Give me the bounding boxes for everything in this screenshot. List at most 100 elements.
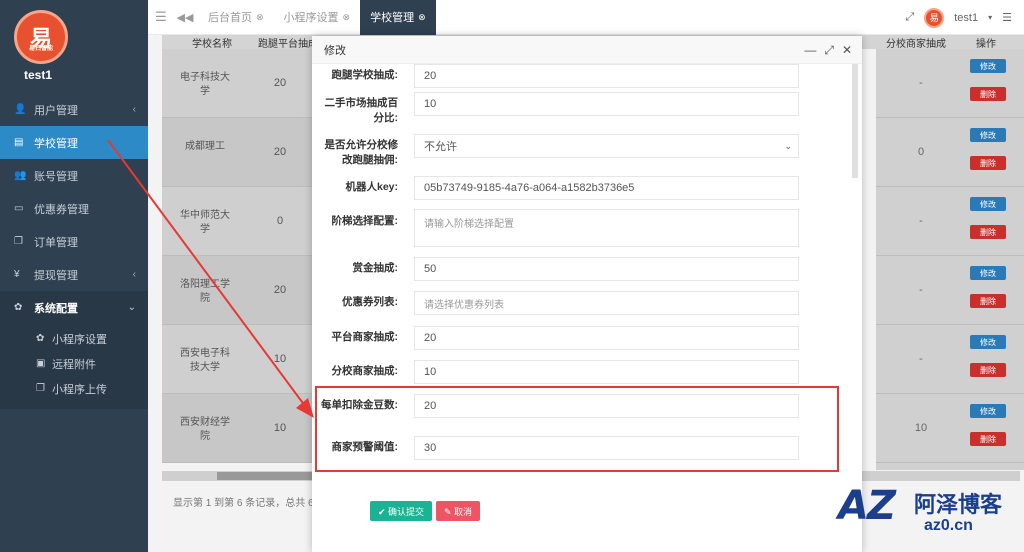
user-menu[interactable]: test1 [954,12,978,24]
form-row: 赏金抽成: 50 [312,257,858,281]
submenu-item-label: 小程序设置 [52,333,107,346]
profile-name[interactable]: test1 [24,68,52,82]
tab-1[interactable]: 小程序设置 ⊗ [274,0,361,35]
sidebar-item-label: 系统配置 [34,302,78,315]
sidebar-item-label: 提现管理 [34,269,78,282]
branch-rate: 10 [914,422,928,434]
close-icon[interactable]: ✕ [842,43,852,57]
delete-button[interactable]: 删除 [970,363,1006,377]
field-input[interactable]: 20 [414,326,799,350]
submenu-item-label: 小程序上传 [52,383,107,396]
sidebar-item-4[interactable]: ❐ 订单管理 [0,225,148,258]
form-row: 二手市场抽成百分比: 10 [312,92,858,124]
form-row: 阶梯选择配置: 请输入阶梯选择配置 [312,209,858,247]
sidebar-item-1[interactable]: ▤ 学校管理 [0,126,148,159]
sidebar-item-label: 订单管理 [34,236,78,249]
tab-back-icon[interactable]: ◀◀ [172,11,198,24]
sidebar-item-5[interactable]: ¥ 提现管理 ‹ [0,258,148,291]
edit-button[interactable]: 修改 [970,266,1006,280]
form-row: 平台商家抽成: 20 [312,326,858,350]
col-branch-rate: 分校商家抽成 [886,39,946,50]
field-input[interactable]: 50 [414,257,799,281]
field-input[interactable]: 20 [414,64,799,88]
school-name: 西安电子科技大学 [180,348,230,373]
school-name: 成都理工 [185,141,225,152]
branch-rate: - [919,215,923,227]
field-label: 分校商家抽成: [331,365,399,377]
sidebar-item-0[interactable]: 👤 用户管理 ‹ [0,93,148,126]
table-row-actions: - 修改 删除 [876,325,1024,394]
sidebar-item-label: 账号管理 [34,170,78,183]
col-actions: 操作 [976,39,996,50]
platform-rate: 10 [273,422,287,434]
field-label: 平台商家抽成: [331,331,399,343]
school-name: 华中师范大学 [180,210,230,235]
school-name: 电子科技大学 [180,72,230,97]
edit-button[interactable]: 修改 [970,59,1006,73]
edit-button[interactable]: 修改 [970,335,1006,349]
topbar: ☰ ◀◀ 后台首页 ⊗ 小程序设置 ⊗ 学校管理 ⊗ ⤢ 易 test1 ▾ ☰ [148,0,1024,35]
table-row: 成都理工 20 [162,118,312,187]
image-icon: ▣ [36,358,46,369]
table-right-columns: 分校商家抽成 操作 - 修改 删除 0 修改 删除 - 修改 删除 - 修改 删除 - 修改 删除 10 修改删… [876,35,1024,470]
coupon-icon: ▭ [14,203,24,214]
avatar[interactable]: 易 [924,7,945,28]
field-input[interactable]: 请选择优惠券列表 [414,291,799,315]
table-row-actions: - 修改删除 [876,187,1024,256]
copy-icon: ❐ [36,383,45,394]
field-label: 跑腿学校抽成: [331,69,399,81]
book-icon: ▤ [14,137,24,148]
chevron-icon: ‹ [132,104,136,115]
caret-down-icon[interactable]: ▾ [988,13,992,22]
tab-0[interactable]: 后台首页 ⊗ [198,0,274,35]
sidebar-item-3[interactable]: ▭ 优惠券管理 [0,192,148,225]
edit-button[interactable]: 修改 [970,128,1006,142]
delete-button[interactable]: 删除 [970,87,1006,101]
highlight-box [315,386,839,472]
modal-scrollbar[interactable] [852,64,858,178]
sidebar-item-label: 优惠券管理 [34,203,89,216]
form-row: 是否允许分校修改跑腿抽佣: 不允许 ⌄ [312,134,858,166]
submenu-item-0[interactable]: ✿ 小程序设置 [0,326,148,351]
pagination-info: 显示第 1 到第 6 条记录，总共 6 [173,498,314,509]
field-input[interactable]: 05b73749-9185-4a76-a064-a1582b3736e5 [414,176,799,200]
field-select[interactable]: 不允许 ⌄ [414,134,799,158]
close-tab-icon[interactable]: ⊗ [343,12,351,23]
sidebar-item-label: 用户管理 [34,104,78,117]
field-label: 阶梯选择配置: [331,215,399,227]
field-input[interactable]: 10 [414,360,799,384]
tab-label: 后台首页 [208,12,252,24]
select-value: 不允许 [424,141,457,153]
submit-button[interactable]: ✔ 确认提交 [370,501,432,521]
submenu-item-label: 远程附件 [52,358,96,371]
submenu-item-2[interactable]: ❐ 小程序上传 [0,376,148,401]
close-tab-icon[interactable]: ⊗ [256,12,264,23]
table-row: 西安电子科技大学 10 [162,325,312,394]
school-name: 西安财经学院 [180,417,230,442]
sidebar-item-2[interactable]: 👥 账号管理 [0,159,148,192]
delete-button[interactable]: 删除 [970,156,1006,170]
field-input[interactable]: 10 [414,92,799,116]
delete-button[interactable]: 删除 [970,294,1006,308]
sidebar-item-6[interactable]: ✿ 系统配置 ⌄ [0,291,148,324]
form-row: 优惠券列表: 请选择优惠券列表 [312,291,858,315]
settings-icon[interactable]: ☰ [1002,11,1012,24]
maximize-icon[interactable]: ⤢ [824,43,834,58]
delete-button[interactable]: 删除 [970,225,1006,239]
cancel-button[interactable]: ✎ 取消 [436,501,480,521]
minimize-icon[interactable]: — [804,43,816,57]
edit-button[interactable]: 修改 [970,197,1006,211]
yen-icon: ¥ [14,269,20,280]
close-tab-icon[interactable]: ⊗ [418,12,426,23]
menu-icon[interactable]: ☰ [150,9,172,25]
chevron-icon: ‹ [132,269,136,280]
table-row: 洛阳理工学院 20 [162,256,312,325]
field-textarea[interactable]: 请输入阶梯选择配置 [414,209,799,247]
fullscreen-icon[interactable]: ⤢ [905,11,914,24]
tab-label: 小程序设置 [283,12,339,24]
tab-2[interactable]: 学校管理 ⊗ [360,0,436,35]
form-row: 分校商家抽成: 10 [312,360,858,384]
delete-button[interactable]: 删除 [970,432,1006,446]
edit-button[interactable]: 修改 [970,404,1006,418]
submenu-item-1[interactable]: ▣ 远程附件 [0,351,148,376]
